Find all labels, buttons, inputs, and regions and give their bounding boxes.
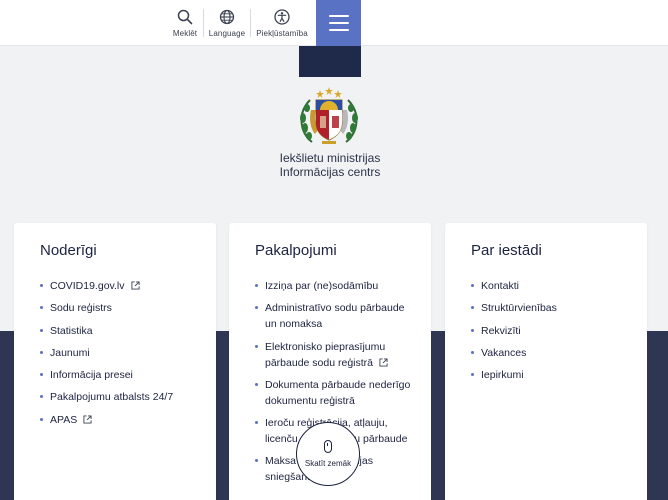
accessibility-button[interactable]: Piekļūstamība [254, 0, 310, 46]
scroll-down-label: Skatīt zemāk [304, 459, 352, 468]
link-service-support: Pakalpojumu atbalsts 24/7 [50, 391, 174, 404]
card-useful: Noderīgi COVID19.gov.lv Sodu reģistrs St… [14, 223, 216, 500]
search-label: Meklēt [172, 28, 198, 38]
list-item[interactable]: Vakances [471, 345, 631, 361]
list-item[interactable]: Informācija presei [40, 367, 200, 383]
organization-name: Iekšlietu ministrijas Informācijas centr… [230, 151, 430, 179]
card-about: Par iestādi Kontakti Struktūrvienības Re… [445, 223, 647, 500]
mouse-scroll-icon [324, 440, 332, 453]
external-link-icon [130, 281, 140, 290]
accessibility-label: Piekļūstamība [256, 28, 308, 38]
link-press-info: Informācija presei [50, 369, 133, 382]
menu-button[interactable] [316, 0, 361, 46]
language-label: Language [208, 28, 246, 38]
link-fine-check: Administratīvo sodu pārbaude un nomaksa [265, 302, 405, 331]
globe-icon [219, 9, 235, 24]
link-penalty-register: Sodu reģistrs [50, 302, 112, 315]
search-button[interactable]: Meklēt [168, 0, 202, 46]
hamburger-icon-bar [328, 22, 349, 24]
external-link-icon [379, 358, 388, 367]
list-item[interactable]: Kontakti [471, 278, 631, 294]
link-criminal-record: Izziņa par (ne)sodāmību [265, 280, 379, 292]
card-title: Noderīgi [40, 242, 97, 259]
link-vacancies: Vakances [481, 346, 527, 359]
link-list: Kontakti Struktūrvienības Rekvizīti Vaka… [471, 278, 631, 389]
link-document-check: Dokumenta pārbaude nederīgo dokumentu re… [265, 378, 411, 407]
link-contacts: Kontakti [481, 280, 519, 292]
list-item[interactable]: COVID19.gov.lv [40, 278, 200, 294]
organization-name-line2: Informācijas centrs [279, 165, 381, 179]
list-item[interactable]: Jaunumi [40, 345, 200, 361]
hamburger-icon-bar [328, 29, 349, 31]
list-item[interactable]: Sodu reģistrs [40, 300, 200, 316]
hamburger-icon-bar [328, 15, 349, 17]
link-news: Jaunumi [50, 346, 90, 359]
language-button[interactable]: Language [206, 0, 248, 46]
list-item[interactable]: Struktūrvienības [471, 300, 631, 316]
list-item[interactable]: Administratīvo sodu pārbaude un nomaksa [255, 300, 415, 332]
card-title: Par iestādi [471, 242, 542, 259]
coat-of-arms-logo[interactable] [298, 84, 360, 148]
card-title: Pakalpojumi [255, 242, 337, 259]
menu-tab-extension [299, 46, 361, 77]
link-electronic-requests: Elektronisko pieprasījumu pārbaude sodu … [265, 340, 386, 369]
scroll-down-button[interactable]: Skatīt zemāk [296, 422, 360, 486]
link-apas: APAS [50, 413, 78, 426]
link-requisites: Rekvizīti [481, 324, 521, 337]
list-item[interactable]: Iepirkumi [471, 367, 631, 383]
list-item[interactable]: Elektronisko pieprasījumu pārbaude sodu … [255, 339, 415, 371]
organization-name-line1: Iekšlietu ministrijas [279, 151, 381, 165]
top-toolbar: Meklēt Language Piekļūstamība [0, 0, 668, 46]
link-structure: Struktūrvienības [481, 302, 557, 315]
list-item[interactable]: Rekvizīti [471, 323, 631, 339]
list-item[interactable]: Dokumenta pārbaude nederīgo dokumentu re… [255, 377, 415, 409]
list-item[interactable]: Izziņa par (ne)sodāmību [255, 278, 415, 294]
list-item[interactable]: Statistika [40, 323, 200, 339]
search-icon [177, 9, 193, 24]
link-statistics: Statistika [50, 324, 93, 337]
accessibility-icon [274, 8, 290, 25]
list-item[interactable]: APAS [40, 412, 200, 428]
divider [250, 9, 251, 37]
external-link-icon [83, 415, 92, 424]
link-list: COVID19.gov.lv Sodu reģistrs Statistika … [40, 278, 200, 434]
divider [203, 9, 204, 37]
list-item[interactable]: Pakalpojumu atbalsts 24/7 [40, 389, 200, 405]
link-covid19: COVID19.gov.lv [50, 280, 125, 292]
link-procurement: Iepirkumi [481, 369, 524, 382]
